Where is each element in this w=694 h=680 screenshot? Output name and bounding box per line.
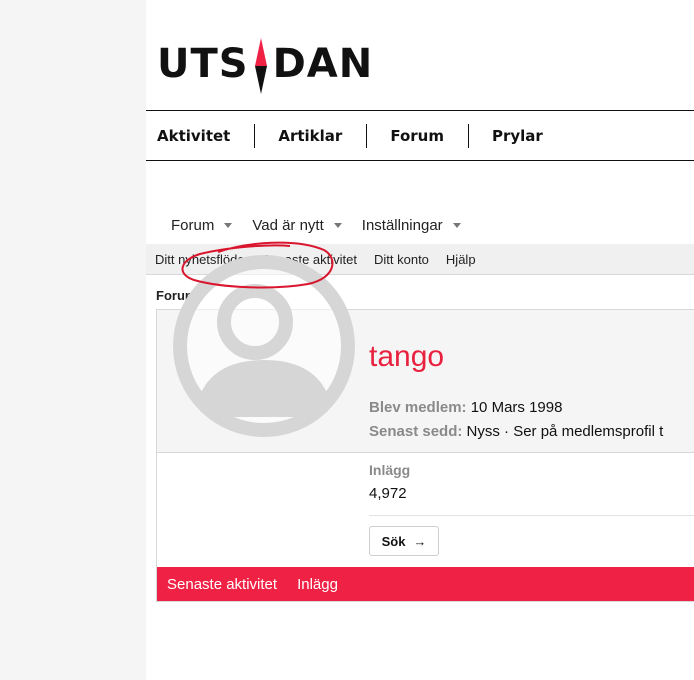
arrow-right-icon: → [413,533,427,549]
last-seen-label: Senast sedd: [369,423,463,440]
nav-item-artiklar[interactable]: Artiklar [267,127,366,145]
tab-forum[interactable]: Forum [171,216,233,234]
site-logo[interactable]: UTS DAN [157,34,373,94]
posts-label: Inlägg [369,462,411,478]
tab-whats-new[interactable]: Vad är nytt [252,216,342,234]
tab-whats-new-label: Vad är nytt [252,216,324,234]
nav-separator [254,124,256,148]
tab-latest-activity[interactable]: Senaste aktivitet [167,576,277,593]
profile-username: tango [369,340,445,373]
caret-down-icon [333,222,342,228]
joined-row: Blev medlem: 10 Mars 1998 [369,399,562,416]
nav-item-forum[interactable]: Forum [379,127,468,145]
tab-settings-label: Inställningar [361,216,443,234]
main-nav: Aktivitet Artiklar Forum Prylar [146,111,694,161]
nav-item-aktivitet[interactable]: Aktivitet [146,127,254,145]
nav-separator [366,124,368,148]
tab-posts[interactable]: Inlägg [297,576,338,593]
joined-value: 10 Mars 1998 [470,399,563,416]
tab-settings[interactable]: Inställningar [362,217,461,234]
nav-item-prylar[interactable]: Prylar [481,127,567,145]
last-seen-value: Nyss · Ser på medlemsprofil t [466,423,664,440]
nav-separator [467,124,469,148]
caret-down-icon [224,222,233,228]
nav-bottom-rule [146,160,694,161]
link-help[interactable]: Hjälp [446,252,476,267]
stats-divider [369,515,694,516]
caret-down-icon [452,222,461,228]
logo-text-right: DAN [272,41,374,87]
tab-forum-label: Forum [171,216,215,234]
profile-tabs: Senaste aktivitet Inlägg [157,567,694,601]
search-button-label: Sök [381,533,406,549]
link-your-account[interactable]: Ditt konto [374,252,429,267]
joined-label: Blev medlem: [369,399,467,416]
posts-count[interactable]: 4,972 [369,485,407,502]
compass-icon [250,38,272,94]
search-button[interactable]: Sök → [369,526,439,556]
last-seen-row: Senast sedd: Nyss · Ser på medlemsprofil… [369,423,663,440]
red-annotation-scribble [181,241,334,289]
logo-text-left: UTS [157,41,249,87]
